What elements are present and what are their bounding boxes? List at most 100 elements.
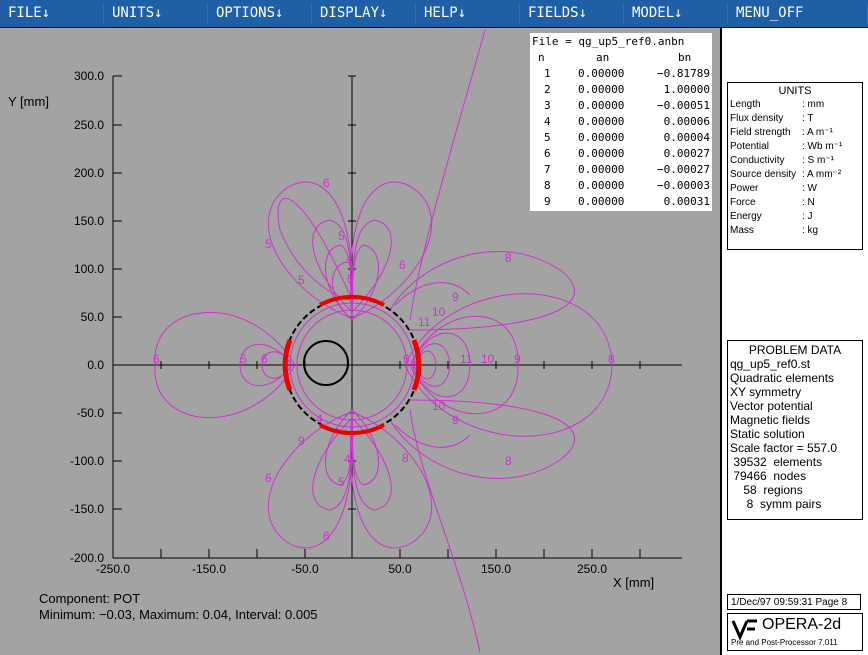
coef-header-n: n [538,51,545,64]
contour-label: 5 [298,273,305,287]
contour-label: 9 [452,413,459,427]
unit-quantity: Mass [730,225,754,236]
menu-off[interactable]: MENU_OFF [728,3,868,24]
coef-an: 0.00000 [578,195,625,208]
problem-line: 58 regions [730,483,803,497]
problem-line: Quadratic elements [730,371,835,385]
menu-model[interactable]: MODEL↓ [624,3,728,24]
coef-n: 1 [544,67,551,80]
x-axis-label: X [mm] [613,575,654,590]
x-tick-label: 50.0 [388,562,412,576]
coef-an: 0.00000 [578,67,625,80]
x-tick-label: -50.0 [291,562,319,576]
coef-bn: 0.00004 [663,131,710,144]
problem-line: Scale factor = 557.0 [730,441,838,455]
side-panel: UNITS Length: mm Flux density: T Field str… [720,28,868,655]
opera-subtitle: Pre and Post-Processor 7.011 [731,638,838,647]
coef-header-an: an [596,51,610,64]
unit-value: : W [802,183,817,194]
coef-row: 7 0.00000 −0.00027 [530,163,712,177]
harmonic-coefficient-table: File = qg_up5_ref0.anbn n an bn 1 0.00000… [530,33,712,211]
timestamp-box: 1/Dec/97 09:59:31 Page 8 [727,594,861,610]
contour-label: 8 [505,454,512,468]
y-tick-label: 0.0 [87,358,104,372]
coef-n: 4 [544,115,551,128]
menu-options[interactable]: OPTIONS↓ [208,3,312,24]
units-row: Potential: Wb m⁻¹ [730,141,860,155]
units-row: Flux density : T [730,113,860,127]
coef-an: 0.00000 [578,131,625,144]
coef-header-bn: bn [678,51,692,64]
menu-fields[interactable]: FIELDS↓ [520,3,624,24]
contour-label: 8 [608,352,615,366]
contour-label: 9 [514,352,521,366]
coef-row: 1 0.00000 −0.81789 [530,67,712,81]
coef-header-row: n an bn [530,51,712,65]
menu-help[interactable]: HELP↓ [416,3,520,24]
x-tick-label: -150.0 [192,562,226,576]
coef-n: 2 [544,83,551,96]
problem-line: 8 symm pairs [730,497,822,511]
contour-label: 4 [344,452,351,466]
problem-line: 79466 nodes [730,469,807,483]
problem-title: PROBLEM DATA [748,343,842,357]
y-tick-label: 150.0 [74,214,104,228]
unit-value: : A m⁻¹ [802,127,833,138]
menu-display[interactable]: DISPLAY↓ [312,3,416,24]
x-tick-label: 150.0 [481,562,511,576]
contour-label: 6 [261,352,268,366]
contour-label: 5 [338,229,345,243]
coef-bn: −0.00051 [657,99,710,112]
problem-line: Magnetic fields [730,413,811,427]
coef-bn: 0.00006 [663,115,710,128]
units-row: Mass: kg [730,225,860,239]
menu-file[interactable]: FILE↓ [0,3,104,24]
contour-label: 11 [418,315,431,329]
unit-quantity: Flux density [730,113,784,124]
coef-an: 0.00000 [578,147,625,160]
unit-quantity: Energy [730,211,762,222]
opera-title: OPERA-2d [762,616,842,633]
problem-line: qg_up5_ref0.st [730,357,811,371]
y-tick-label: 50.0 [81,310,105,324]
problem-line: 39532 elements [730,455,823,469]
units-row: Field strength : A m⁻¹ [730,127,860,141]
contour-label: 6 [403,352,410,366]
coef-bn: −0.00027 [657,163,710,176]
problem-line: Static solution [730,427,805,441]
contour-label: 8 [402,451,409,465]
unit-quantity: Potential [730,141,769,152]
contour-label: 11 [460,352,473,366]
coef-row: 8 0.00000 −0.00003 [530,179,712,193]
contour-label: 4 [316,412,323,426]
y-tick-label: 300.0 [74,69,104,83]
opera-logo: OPERA-2d Pre and Post-Processor 7.011 [727,613,863,651]
unit-quantity: Field strength [730,127,791,138]
y-tick-label: -150.0 [70,502,104,516]
plot-area[interactable]: 6 5 5 4 6 8 9 10 11 9 8 6 5 5 6 4 5 6 8 … [0,28,720,655]
y-tick-label: 100.0 [74,262,104,276]
contour-label: 10 [432,305,446,319]
coef-bn: 0.00031 [663,195,710,208]
units-title: UNITS [778,85,812,97]
coef-n: 3 [544,99,551,112]
problem-line: Vector potential [730,399,813,413]
reference-circle [303,340,349,386]
unit-value: : S m⁻¹ [802,155,834,166]
x-tick-labels: -250.0 -150.0 -50.0 50.0 150.0 250.0 [96,562,607,576]
coef-bn: −0.81789 [657,67,710,80]
menu-units[interactable]: UNITS↓ [104,3,208,24]
contour-label-group: 6 5 5 4 6 8 9 10 11 9 8 6 5 5 6 4 5 6 8 … [153,176,615,543]
y-tick-label: -100.0 [70,454,104,468]
coef-row: 9 0.00000 0.00031 [530,195,712,209]
unit-value: : J [802,211,813,222]
contour-label: 5 [240,352,247,366]
coef-an: 0.00000 [578,115,625,128]
range-label: Minimum: −0.03, Maximum: 0.04, Interval:… [39,607,318,622]
contour-label: 9 [298,434,305,448]
unit-quantity: Source density [730,169,797,180]
contour-label: 8 [505,251,512,265]
unit-value: : T [802,113,814,124]
units-row: Energy : J [730,211,860,225]
contour-label: 6 [265,471,272,485]
